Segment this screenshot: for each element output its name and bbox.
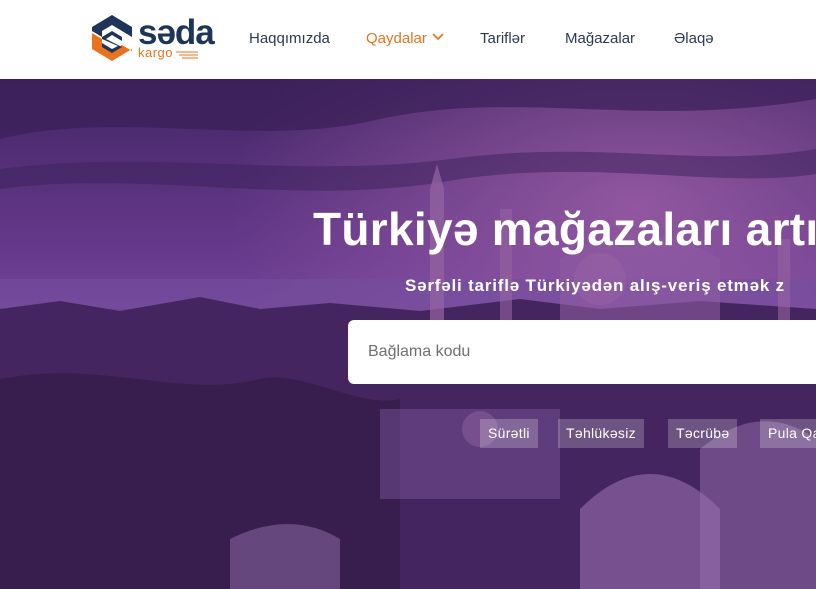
feature-tag-money: Pula Qa xyxy=(760,419,816,448)
hero-title: Türkiyə mağazaları artıq xyxy=(313,203,816,255)
tracking-code-input[interactable] xyxy=(348,320,816,384)
main-nav: Haqqımızda Qaydalar Tariflər Mağazalar Ə… xyxy=(0,0,816,79)
hero-section: Türkiyə mağazaları artıq Sərfəli tariflə… xyxy=(0,79,816,589)
feature-tag-safe: Təhlükəsiz xyxy=(558,419,644,448)
nav-stores[interactable]: Mağazalar xyxy=(565,30,635,48)
nav-contact[interactable]: Əlaqə xyxy=(674,30,714,48)
feature-tag-experience: Təcrübə xyxy=(668,419,738,448)
nav-rules[interactable]: Qaydalar xyxy=(366,30,427,48)
feature-tag-fast: Sürətli xyxy=(480,419,538,448)
nav-about[interactable]: Haqqımızda xyxy=(249,30,330,48)
hero-subtitle: Sərfəli tariflə Türkiyədən alış-veriş et… xyxy=(405,276,785,295)
chevron-down-icon[interactable] xyxy=(432,33,444,41)
site-header: səda kargo Haqqımızda Qaydalar Tariflər … xyxy=(0,0,816,79)
nav-tariffs[interactable]: Tariflər xyxy=(480,30,525,48)
